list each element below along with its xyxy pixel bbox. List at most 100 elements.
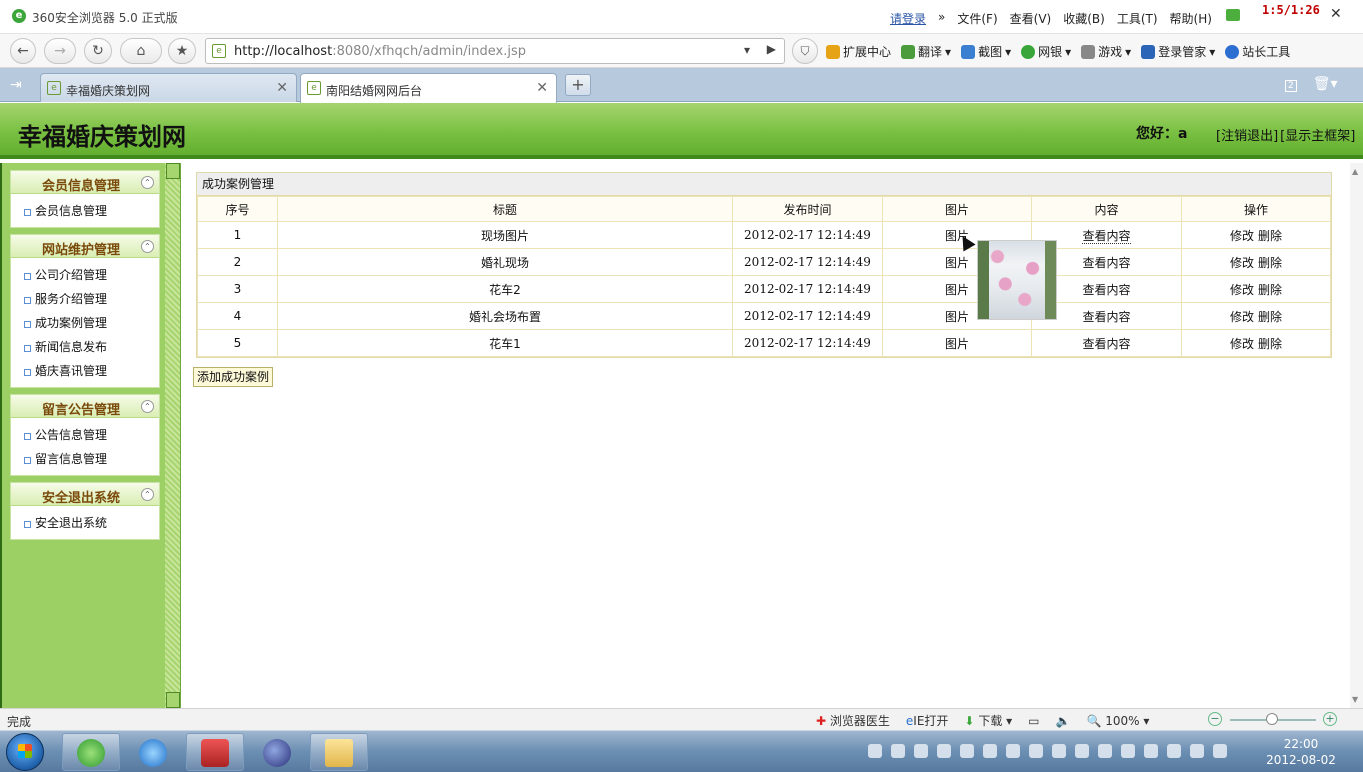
view-content-link[interactable]: 查看内容 xyxy=(1082,256,1130,270)
tray-security-icon[interactable] xyxy=(1029,744,1043,758)
forward-button[interactable]: → xyxy=(44,38,76,64)
tab-list-icon[interactable]: 2 xyxy=(1285,76,1297,92)
edit-link[interactable]: 修改 xyxy=(1230,227,1254,244)
taskbar-eclipse[interactable] xyxy=(248,733,306,771)
screenshot-button[interactable]: 截图 ▾ xyxy=(961,43,1011,60)
tab-close-icon[interactable]: ✕ xyxy=(276,80,288,96)
address-bar[interactable]: e http://localhost:8080/xfhqch/admin/ind… xyxy=(205,38,785,64)
menu-group-header[interactable]: 留言公告管理 ⌃ xyxy=(11,395,159,418)
tray-qq-icon[interactable] xyxy=(914,744,928,758)
scroll-down-icon[interactable]: ▼ xyxy=(1352,695,1358,704)
menu-item-logout[interactable]: 安全退出系统 xyxy=(11,511,159,535)
extensions-button[interactable]: 扩展中心 xyxy=(826,43,891,60)
menu-group-header[interactable]: 安全退出系统 ⌃ xyxy=(11,483,159,506)
back-button[interactable]: ← xyxy=(10,38,36,64)
menu-tools[interactable]: 工具(T) xyxy=(1117,10,1158,27)
zoom-slider-handle[interactable] xyxy=(1266,713,1278,725)
trash-icon[interactable]: 🗑▾ xyxy=(1313,76,1338,92)
tray-app-icon[interactable] xyxy=(960,744,974,758)
splitter-bottom-handle[interactable] xyxy=(166,692,180,708)
address-url[interactable]: http://localhost:8080/xfhqch/admin/index… xyxy=(234,44,526,59)
menu-item-wedding-news[interactable]: 婚庆喜讯管理 xyxy=(11,359,159,383)
delete-link[interactable]: 删除 xyxy=(1258,254,1282,271)
go-arrow-icon[interactable]: ▶ xyxy=(767,42,776,56)
shield-icon[interactable]: ⛉ xyxy=(792,38,818,64)
scroll-up-icon[interactable]: ▲ xyxy=(1352,167,1358,176)
view-content-link[interactable]: 查看内容 xyxy=(1082,283,1130,297)
tray-note-icon[interactable] xyxy=(1052,744,1066,758)
taskbar-ie[interactable] xyxy=(124,733,182,771)
collapse-icon[interactable]: ⌃ xyxy=(141,400,154,413)
taskbar-clock[interactable]: 22:00 2012-08-02 xyxy=(1266,736,1336,768)
picture-link[interactable]: 图片 xyxy=(945,310,969,324)
edit-link[interactable]: 修改 xyxy=(1230,308,1254,325)
tab-close-icon[interactable]: ✕ xyxy=(536,80,548,96)
tab-site[interactable]: e 幸福婚庆策划网 ✕ xyxy=(40,73,297,102)
picture-link[interactable]: 图片 xyxy=(945,283,969,297)
picture-link[interactable]: 图片 xyxy=(945,256,969,270)
ebank-button[interactable]: 网银 ▾ xyxy=(1021,43,1071,60)
zoom-out-button[interactable]: − xyxy=(1208,712,1222,726)
tab-admin[interactable]: e 南阳结婚网网后台 ✕ xyxy=(300,73,557,103)
screen-icon[interactable]: ▭ xyxy=(1028,714,1039,728)
taskbar-toolbox[interactable] xyxy=(186,733,244,771)
menu-help[interactable]: 帮助(H) xyxy=(1170,10,1212,27)
tray-app2-icon[interactable] xyxy=(983,744,997,758)
menu-group-header[interactable]: 网站维护管理 ⌃ xyxy=(11,235,159,258)
menu-item-announcements[interactable]: 公告信息管理 xyxy=(11,423,159,447)
translate-button[interactable]: 翻译 ▾ xyxy=(901,43,951,60)
menu-chevron-icon[interactable]: » xyxy=(938,10,945,27)
tray-app3-icon[interactable] xyxy=(1098,744,1112,758)
view-content-link[interactable]: 查看内容 xyxy=(1082,337,1130,351)
new-tab-button[interactable]: + xyxy=(565,74,591,96)
ie-open-button[interactable]: eIE打开 xyxy=(906,712,949,729)
view-content-link[interactable]: 查看内容 xyxy=(1082,310,1130,324)
favorite-star-button[interactable]: ★ xyxy=(168,38,196,64)
taskbar-explorer[interactable] xyxy=(310,733,368,771)
skin-icon[interactable] xyxy=(1226,9,1240,21)
collapse-icon[interactable]: ⌃ xyxy=(141,176,154,189)
tray-volume-icon[interactable] xyxy=(1213,744,1227,758)
taskbar-360-browser[interactable] xyxy=(62,733,120,771)
collapse-icon[interactable]: ⌃ xyxy=(141,240,154,253)
delete-link[interactable]: 删除 xyxy=(1258,281,1282,298)
download-button[interactable]: ⬇ 下载 ▾ xyxy=(964,712,1012,729)
tray-shield-icon[interactable] xyxy=(1006,744,1020,758)
tray-qq2-icon[interactable] xyxy=(937,744,951,758)
webmaster-tools-button[interactable]: 站长工具 xyxy=(1225,43,1290,60)
close-window-icon[interactable]: ✕ xyxy=(1330,6,1342,22)
edit-link[interactable]: 修改 xyxy=(1230,281,1254,298)
tray-network-icon[interactable] xyxy=(1190,744,1204,758)
address-dropdown-icon[interactable]: ▾ xyxy=(744,43,750,57)
splitter-top-handle[interactable] xyxy=(166,163,180,179)
menu-favorites[interactable]: 收藏(B) xyxy=(1063,10,1105,27)
edit-link[interactable]: 修改 xyxy=(1230,335,1254,352)
menu-file[interactable]: 文件(F) xyxy=(957,10,997,27)
edit-link[interactable]: 修改 xyxy=(1230,254,1254,271)
tray-device-icon[interactable] xyxy=(1167,744,1181,758)
browser-doctor-button[interactable]: ✚ 浏览器医生 xyxy=(816,712,890,729)
delete-link[interactable]: 删除 xyxy=(1258,227,1282,244)
picture-link[interactable]: 图片 xyxy=(945,337,969,351)
menu-item-success-cases[interactable]: 成功案例管理 xyxy=(11,311,159,335)
menu-item-news[interactable]: 新闻信息发布 xyxy=(11,335,159,359)
zoom-control[interactable]: 🔍 100% ▾ xyxy=(1086,714,1149,728)
login-manager-button[interactable]: 登录管家 ▾ xyxy=(1141,43,1215,60)
menu-view[interactable]: 查看(V) xyxy=(1010,10,1052,27)
menu-item-company-intro[interactable]: 公司介绍管理 xyxy=(11,263,159,287)
tray-flag-icon[interactable] xyxy=(1144,744,1158,758)
show-main-frame-link[interactable]: [显示主框架] xyxy=(1280,125,1355,144)
tray-sync-icon[interactable] xyxy=(1075,744,1089,758)
menu-group-header[interactable]: 会员信息管理 ⌃ xyxy=(11,171,159,194)
delete-link[interactable]: 删除 xyxy=(1258,308,1282,325)
logout-link[interactable]: [注销退出] xyxy=(1216,125,1278,144)
games-button[interactable]: 游戏 ▾ xyxy=(1081,43,1131,60)
frame-splitter[interactable] xyxy=(165,163,181,708)
start-button[interactable] xyxy=(6,733,44,771)
login-link[interactable]: 请登录 xyxy=(890,10,926,27)
menu-item-messages[interactable]: 留言信息管理 xyxy=(11,447,159,471)
tray-windows-icon[interactable] xyxy=(891,744,905,758)
tray-app4-icon[interactable] xyxy=(1121,744,1135,758)
sidebar-toggle-icon[interactable]: ⇥ xyxy=(10,77,22,93)
tray-keyboard-icon[interactable] xyxy=(868,744,882,758)
